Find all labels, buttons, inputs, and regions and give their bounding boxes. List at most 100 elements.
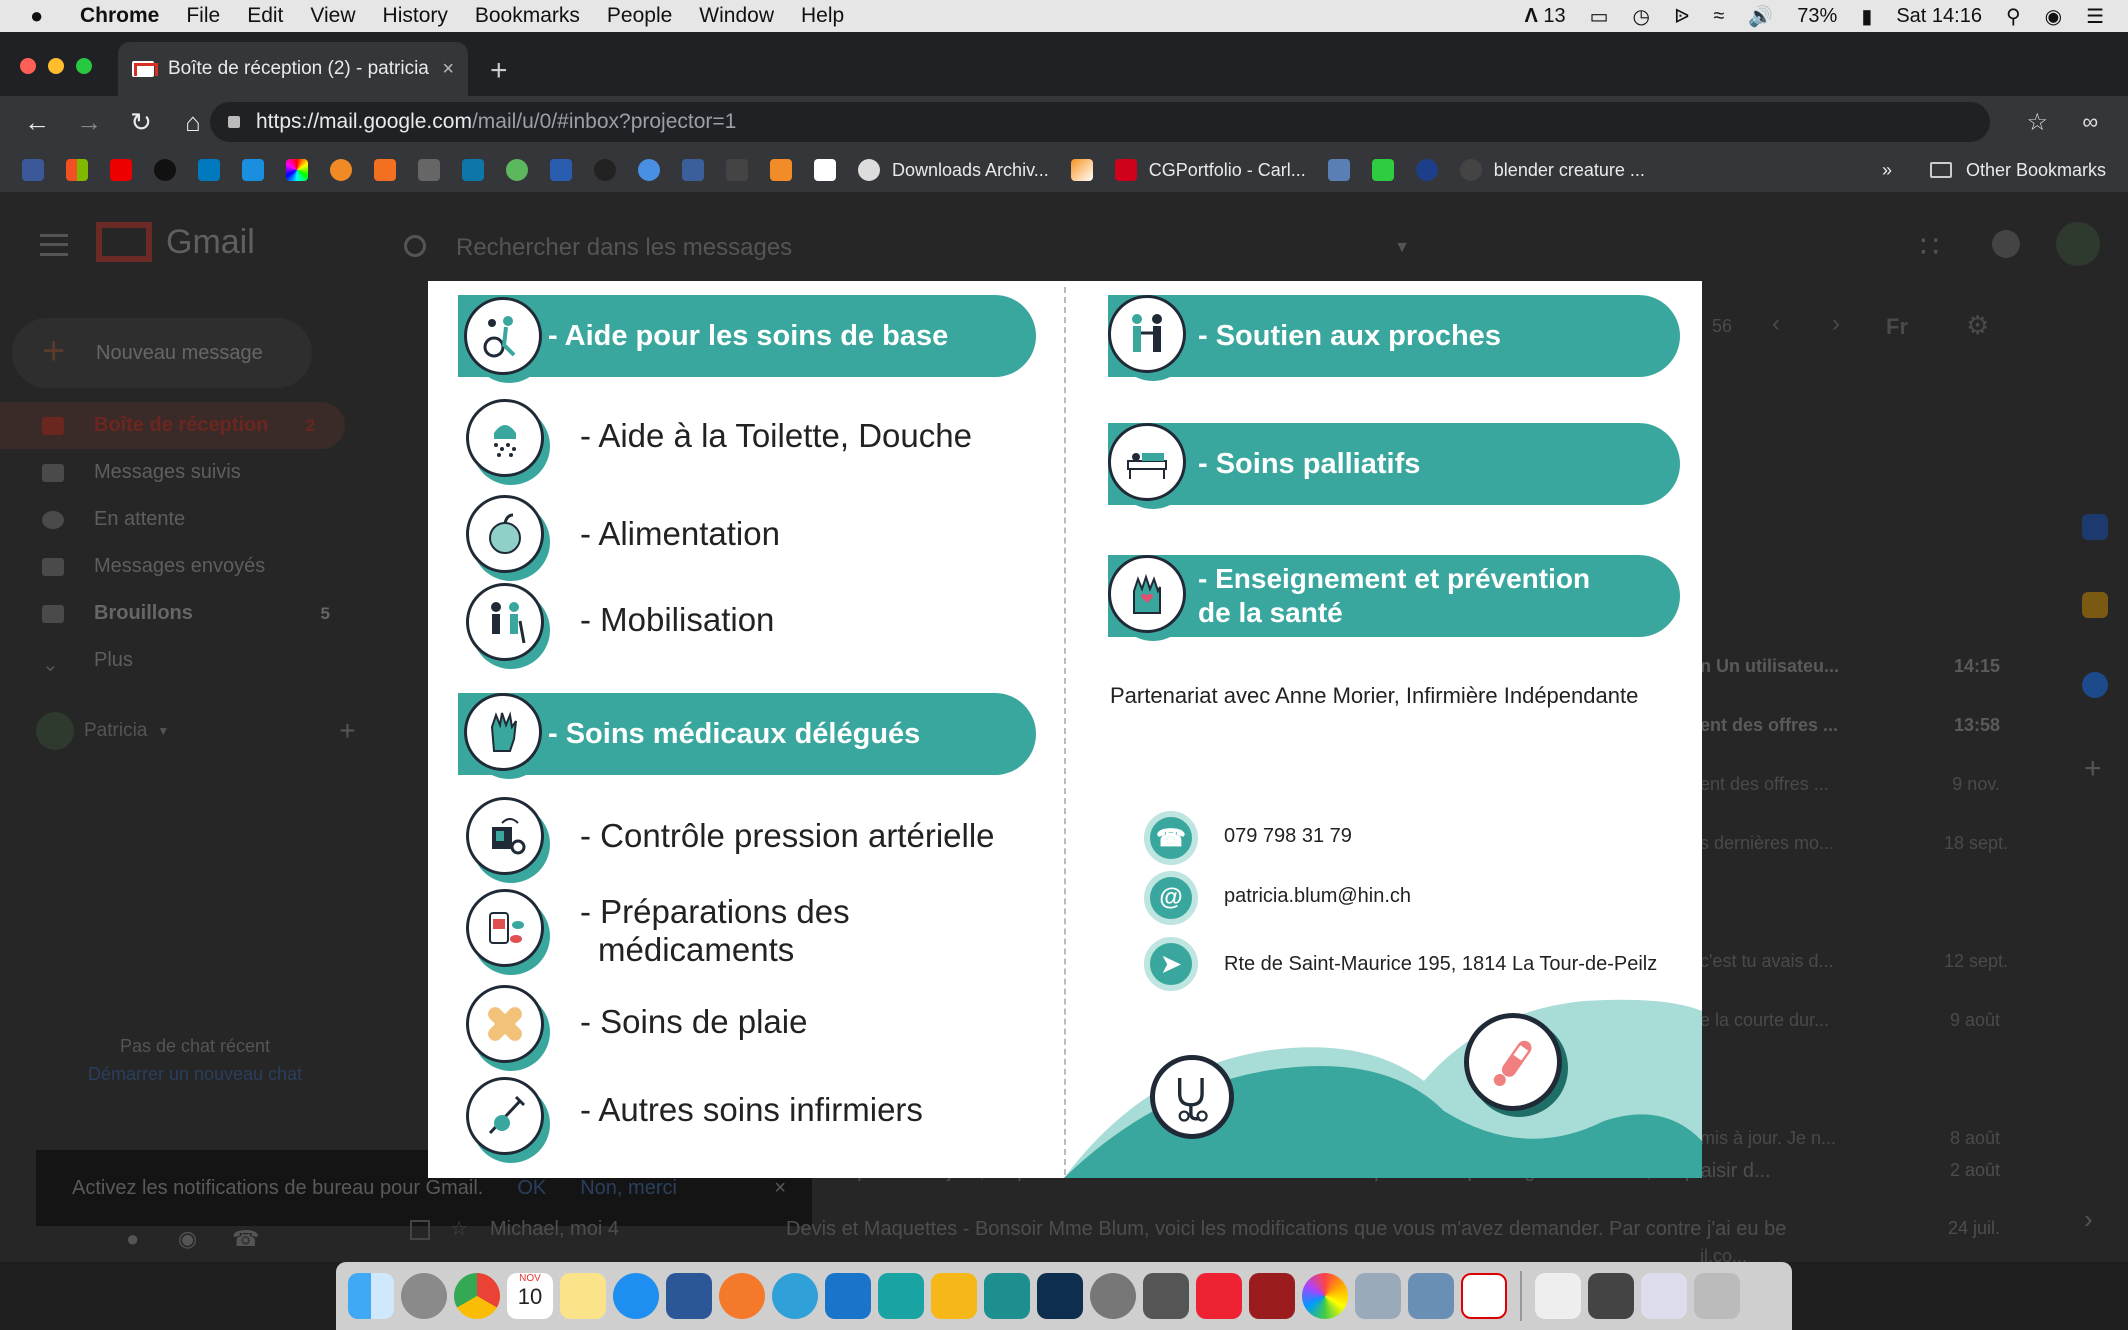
facebook-bookmark-icon[interactable] bbox=[22, 159, 44, 181]
tasks-icon[interactable] bbox=[2082, 672, 2108, 698]
add-addon-icon[interactable]: + bbox=[2084, 752, 2102, 786]
trello-bookmark-icon[interactable] bbox=[198, 159, 220, 181]
globe-bookmark-icon[interactable] bbox=[1415, 159, 1438, 181]
menu-app-name[interactable]: Chrome bbox=[80, 4, 159, 28]
color-bookmark-icon[interactable] bbox=[286, 159, 308, 181]
back-icon[interactable]: ← bbox=[22, 107, 52, 138]
blender-bookmark-icon[interactable] bbox=[1459, 159, 1482, 181]
reload-icon[interactable]: ↻ bbox=[126, 107, 156, 138]
minimize-window-button[interactable] bbox=[48, 58, 64, 74]
bookmark-downloads-archive[interactable]: Downloads Archiv... bbox=[892, 160, 1049, 181]
phone-icon[interactable]: ☎ bbox=[232, 1226, 259, 1252]
wifi-icon[interactable]: ≈ bbox=[1713, 5, 1724, 28]
next-page-icon[interactable]: › bbox=[1832, 310, 1840, 338]
system-preferences-icon[interactable] bbox=[1090, 1273, 1136, 1319]
maya-icon[interactable] bbox=[878, 1273, 924, 1319]
close-window-button[interactable] bbox=[20, 58, 36, 74]
checkbox[interactable] bbox=[410, 1220, 430, 1240]
wings-icon[interactable] bbox=[825, 1273, 871, 1319]
blender-icon[interactable] bbox=[719, 1273, 765, 1319]
chrome-icon[interactable] bbox=[454, 1273, 500, 1319]
word-icon[interactable] bbox=[666, 1273, 712, 1319]
notifications-icon[interactable] bbox=[1992, 230, 2020, 258]
rocket-bookmark-icon[interactable] bbox=[638, 159, 660, 181]
photoshop-icon[interactable] bbox=[1037, 1273, 1083, 1319]
siri-icon[interactable]: ◉ bbox=[2045, 4, 2062, 29]
contacts-icon[interactable]: ● bbox=[126, 1226, 139, 1252]
zoom-window-button[interactable] bbox=[76, 58, 92, 74]
star-toggle-icon[interactable]: ☆ bbox=[450, 1216, 468, 1241]
nav-sent[interactable]: Messages envoyés bbox=[0, 543, 360, 590]
nav-inbox[interactable]: Boîte de réception 2 bbox=[0, 402, 345, 449]
image-capture-icon[interactable] bbox=[1408, 1273, 1454, 1319]
menu-bookmarks[interactable]: Bookmarks bbox=[475, 4, 580, 28]
mail-row[interactable]: s dernières mo... 18 sept. bbox=[1700, 833, 2008, 854]
expand-panel-icon[interactable]: › bbox=[2084, 1204, 2093, 1235]
apps-grid-icon[interactable]: ∷ bbox=[1920, 230, 1939, 265]
main-menu-icon[interactable] bbox=[40, 234, 68, 256]
notes-icon[interactable] bbox=[560, 1273, 606, 1319]
calendar-icon[interactable] bbox=[2082, 514, 2108, 540]
bookmarks-overflow-button[interactable]: » bbox=[1882, 160, 1892, 181]
safari-icon[interactable] bbox=[613, 1273, 659, 1319]
trash-icon[interactable] bbox=[1694, 1273, 1740, 1319]
robot-bookmark-icon[interactable] bbox=[682, 159, 704, 181]
home-icon[interactable]: ⌂ bbox=[178, 107, 208, 138]
nav-snoozed[interactable]: En attente bbox=[0, 496, 360, 543]
time-machine-icon[interactable]: ◷ bbox=[1633, 4, 1650, 29]
cb-bookmark-icon[interactable] bbox=[374, 159, 396, 181]
fx-bookmark-icon[interactable] bbox=[550, 159, 572, 181]
menu-window[interactable]: Window bbox=[699, 4, 774, 28]
full-tilt-icon[interactable] bbox=[1249, 1273, 1295, 1319]
tab-gmail-inbox[interactable]: Boîte de réception (2) - patricia × bbox=[118, 42, 468, 96]
document-stack-icon[interactable] bbox=[1535, 1273, 1581, 1319]
volume-icon[interactable]: 🔊 bbox=[1748, 4, 1773, 29]
acrobat-icon[interactable] bbox=[1461, 1273, 1507, 1319]
tree-bookmark-icon[interactable] bbox=[814, 159, 836, 181]
mail-row[interactable]: ☆ Michael, moi 4 Devis et Maquettes - Bo… bbox=[400, 1218, 2000, 1258]
menu-people[interactable]: People bbox=[607, 4, 672, 28]
address-bar[interactable]: https://mail.google.com /mail/u/0/#inbox… bbox=[210, 102, 1990, 142]
calendar-app-icon[interactable]: NOV 10 bbox=[507, 1273, 553, 1319]
sourcetree-icon[interactable] bbox=[772, 1273, 818, 1319]
archive-icon[interactable] bbox=[1143, 1273, 1189, 1319]
other-bookmarks[interactable]: Other Bookmarks bbox=[1966, 160, 2106, 181]
t-bookmark-icon[interactable] bbox=[770, 159, 792, 181]
bookmark-blender-creature[interactable]: blender creature ... bbox=[1494, 160, 1645, 181]
compose-button[interactable]: + Nouveau message bbox=[12, 318, 312, 388]
search-bar[interactable]: Rechercher dans les messages ▼ bbox=[380, 218, 1420, 278]
battery-icon[interactable]: ▮ bbox=[1861, 4, 1872, 29]
forward-icon[interactable]: → bbox=[74, 107, 104, 138]
github-bookmark-icon[interactable] bbox=[858, 159, 880, 181]
menu-history[interactable]: History bbox=[383, 4, 448, 28]
media-bookmark-icon[interactable] bbox=[154, 159, 176, 181]
preview-icon[interactable] bbox=[1355, 1273, 1401, 1319]
menu-help[interactable]: Help bbox=[801, 4, 844, 28]
menu-edit[interactable]: Edit bbox=[247, 4, 283, 28]
input-language[interactable]: Fr bbox=[1886, 314, 1908, 340]
mail-row[interactable]: ent des offres ... 13:58 bbox=[1700, 715, 2000, 736]
mail-row[interactable]: ent des offres ... 9 nov. bbox=[1700, 774, 2000, 795]
m-app-icon[interactable] bbox=[931, 1273, 977, 1319]
start-chat-link[interactable]: Démarrer un nouveau chat bbox=[0, 1060, 390, 1088]
settings-gear-icon[interactable]: ⚙ bbox=[1966, 310, 1989, 341]
notification-center-icon[interactable]: ☰ bbox=[2086, 4, 2104, 29]
new-tab-button[interactable]: + bbox=[490, 54, 508, 88]
finder-icon[interactable] bbox=[348, 1273, 394, 1319]
shield-bookmark-icon[interactable] bbox=[418, 159, 440, 181]
menu-view[interactable]: View bbox=[310, 4, 355, 28]
xcode-bookmark-icon[interactable] bbox=[242, 159, 264, 181]
gradient-bookmark-icon[interactable] bbox=[1070, 159, 1093, 181]
display-icon[interactable]: ▭ bbox=[1590, 4, 1609, 29]
battery-percent[interactable]: 73% bbox=[1797, 5, 1837, 28]
bluetooth-icon[interactable]: ᐉ bbox=[1674, 4, 1689, 29]
green-bookmark-icon[interactable] bbox=[1371, 159, 1394, 181]
gmail-logo[interactable]: Gmail bbox=[96, 222, 255, 262]
mail-row[interactable]: n Un utilisateu... 14:15 bbox=[1700, 656, 2000, 677]
nav-drafts[interactable]: Brouillons 5 bbox=[0, 590, 360, 637]
linkedin-bookmark-icon[interactable] bbox=[462, 159, 484, 181]
window-stack-icon[interactable] bbox=[1641, 1273, 1687, 1319]
leaf-bookmark-icon[interactable] bbox=[506, 159, 528, 181]
mail-row[interactable]: mis à jour. Je n... 8 août bbox=[1700, 1128, 2000, 1149]
keep-icon[interactable] bbox=[2082, 592, 2108, 618]
